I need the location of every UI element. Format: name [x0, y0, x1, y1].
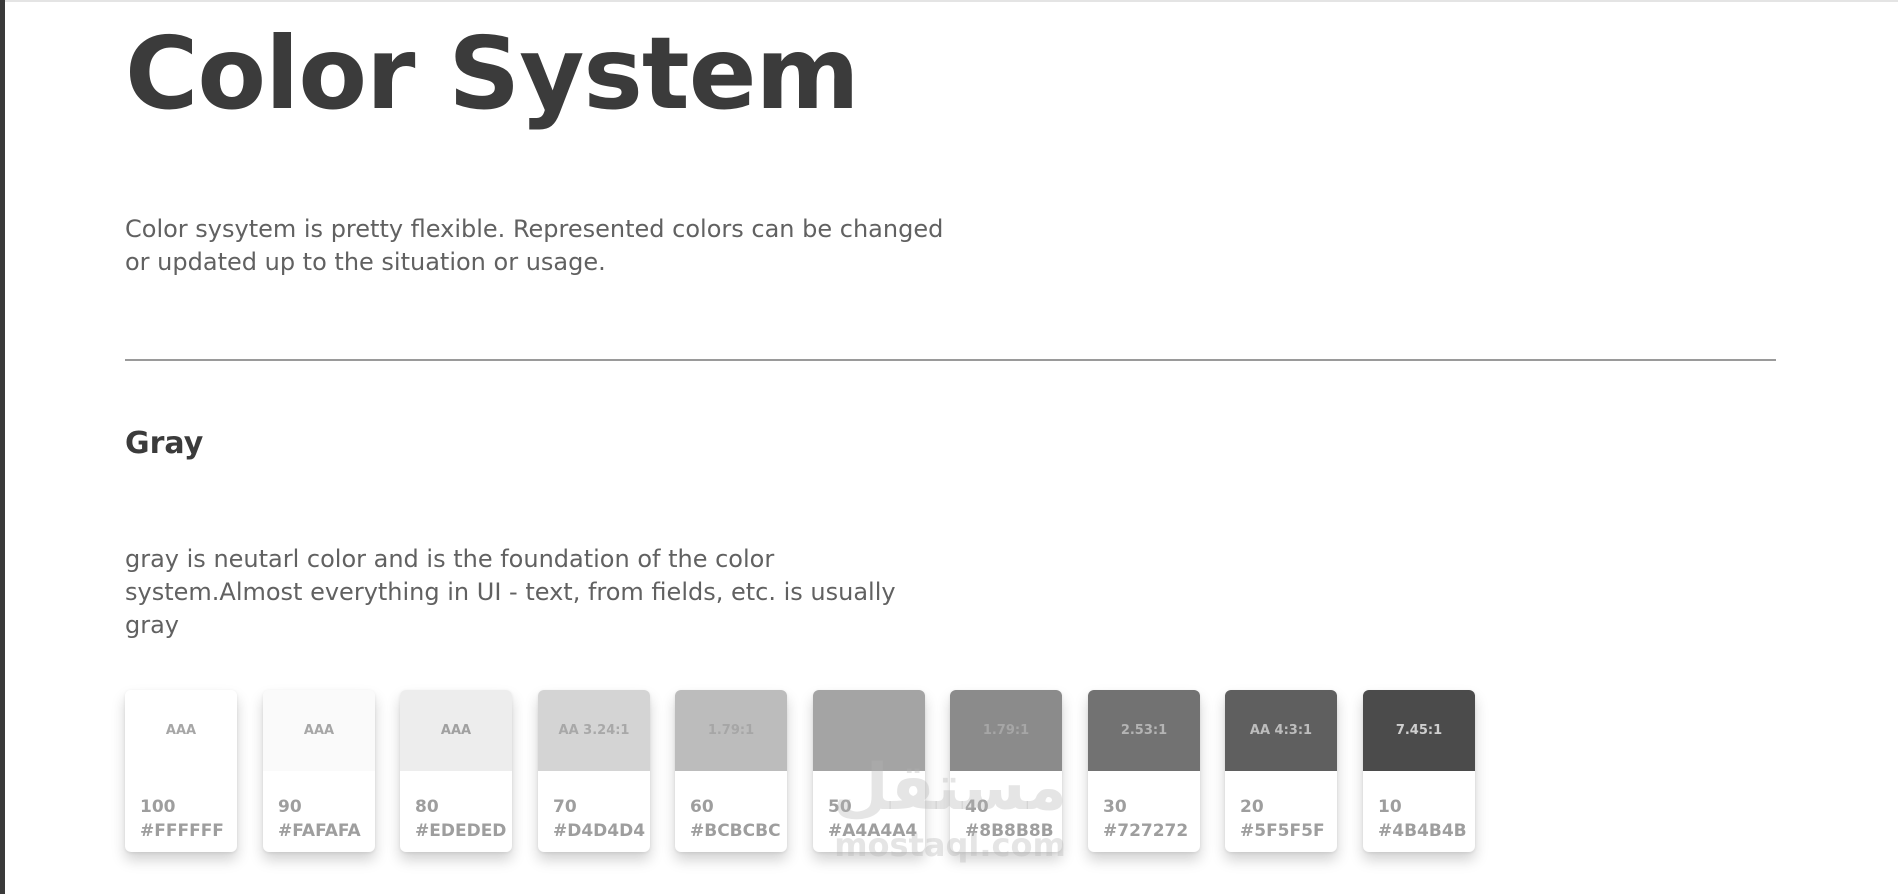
swatch-hex-code: #BCBCBC [690, 821, 781, 841]
window-top-edge [0, 0, 1898, 2]
swatch-level: 60 [690, 797, 714, 817]
swatch-contrast-label: AAA [303, 723, 335, 738]
color-swatch-card[interactable]: 7.45:1 10 #4B4B4B [1363, 690, 1475, 852]
swatch-hex-code: #8B8B8B [965, 821, 1054, 841]
color-swatch-card[interactable]: AAA 100 #FFFFFF [125, 690, 237, 852]
swatch-contrast-label: AAA [165, 723, 197, 738]
color-swatch-card[interactable]: AA 3.24:1 70 #D4D4D4 [538, 690, 650, 852]
swatch-level: 10 [1378, 797, 1402, 817]
intro-text: Color sysytem is pretty flexible. Repres… [125, 215, 944, 276]
swatch-color-block: AAA [125, 690, 237, 771]
swatch-contrast-label: AA 3.24:1 [558, 723, 630, 738]
color-swatch-card[interactable]: 2.53:1 30 #727272 [1088, 690, 1200, 852]
window-left-edge [0, 0, 5, 894]
swatch-hex-code: #5F5F5F [1240, 821, 1325, 841]
swatch-contrast-label: 7.45:1 [1395, 723, 1443, 738]
swatch-contrast-label: AAA [440, 723, 472, 738]
swatch-color-block: 2.53:1 [1088, 690, 1200, 771]
swatch-hex-code: #EDEDED [415, 821, 507, 841]
swatch-contrast-label: 1.79:1 [982, 723, 1030, 738]
swatch-contrast-label: 1.79:1 [707, 723, 755, 738]
swatch-level: 90 [278, 797, 302, 817]
section-description: gray is neutarl color and is the foundat… [125, 545, 896, 639]
swatch-hex-code: #4B4B4B [1378, 821, 1467, 841]
swatch-level: 50 [828, 797, 852, 817]
swatch-level: 40 [965, 797, 989, 817]
swatch-level: 100 [140, 797, 176, 817]
section-title-gray: Gray [125, 426, 204, 461]
swatch-contrast-label: 2.53:1 [1120, 723, 1168, 738]
color-swatch-card[interactable]: 1.79:1 60 #BCBCBC [675, 690, 787, 852]
color-swatch-card[interactable]: AA 4:3:1 20 #5F5F5F [1225, 690, 1337, 852]
gray-swatch-row: AAA 100 #FFFFFF AAA 90 #FAFAFA AAA 80 #EDEDED AA … [125, 690, 1525, 852]
swatch-color-block: AAA [400, 690, 512, 771]
section-divider [125, 359, 1776, 361]
swatch-color-block: 1.79:1 [675, 690, 787, 771]
swatch-color-block [813, 690, 925, 771]
swatch-color-block: AAA [263, 690, 375, 771]
swatch-color-block: 7.45:1 [1363, 690, 1475, 771]
color-swatch-card[interactable]: 50 #A4A4A4 [813, 690, 925, 852]
page-title: Color System [125, 15, 860, 132]
color-swatch-card[interactable]: AAA 90 #FAFAFA [263, 690, 375, 852]
swatch-contrast-label: AA 4:3:1 [1249, 723, 1313, 738]
swatch-level: 20 [1240, 797, 1264, 817]
swatch-hex-code: #727272 [1103, 821, 1189, 841]
swatch-color-block: AA 3.24:1 [538, 690, 650, 771]
swatch-color-block: AA 4:3:1 [1225, 690, 1337, 771]
color-swatch-card[interactable]: AAA 80 #EDEDED [400, 690, 512, 852]
page-canvas: Color System Color sysytem is pretty fle… [0, 0, 1898, 894]
swatch-hex-code: #FAFAFA [278, 821, 361, 841]
swatch-hex-code: #D4D4D4 [553, 821, 646, 841]
swatch-level: 80 [415, 797, 439, 817]
swatch-hex-code: #FFFFFF [140, 821, 224, 841]
swatch-hex-code: #A4A4A4 [828, 821, 918, 841]
swatch-level: 70 [553, 797, 577, 817]
swatch-level: 30 [1103, 797, 1127, 817]
swatch-color-block: 1.79:1 [950, 690, 1062, 771]
color-swatch-card[interactable]: 1.79:1 40 #8B8B8B [950, 690, 1062, 852]
